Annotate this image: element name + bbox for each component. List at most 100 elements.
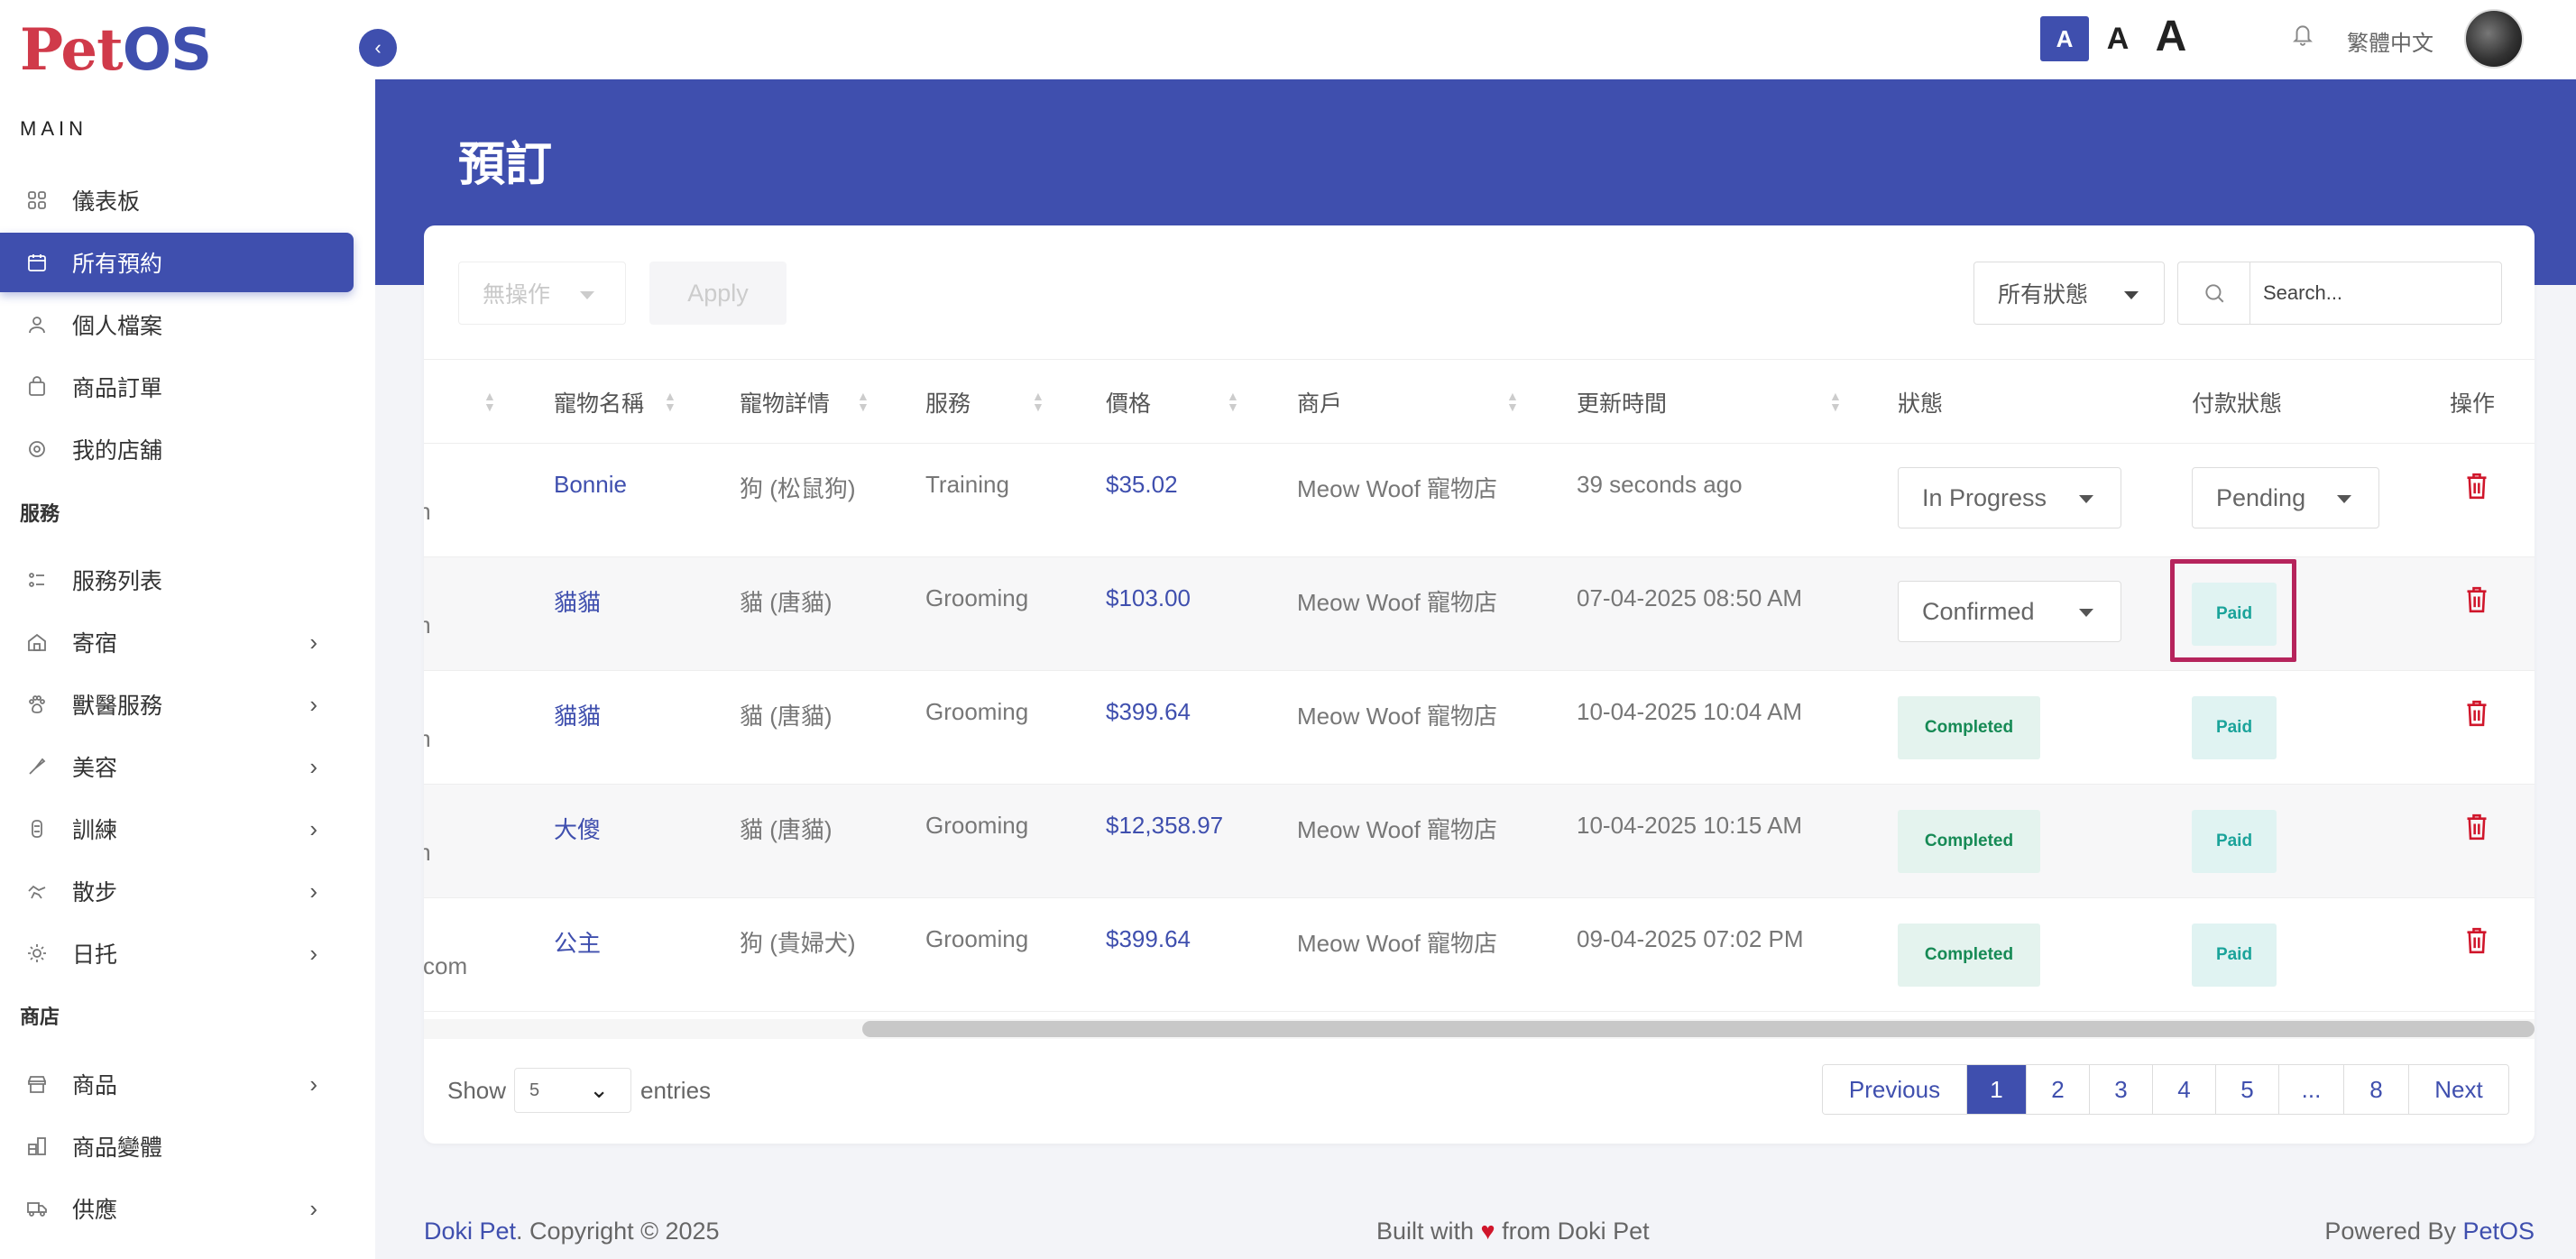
sidebar-item-profile[interactable]: 個人檔案 — [0, 295, 354, 354]
pet-name-link[interactable]: Bonnie — [554, 471, 627, 499]
pet-name-link[interactable]: 貓貓 — [554, 584, 601, 618]
table-row: m 貓貓 貓 (唐貓) Grooming $399.64 Meow Woof 寵… — [424, 671, 2535, 785]
trash-icon[interactable] — [2464, 698, 2489, 729]
horizontal-scrollbar-thumb[interactable] — [862, 1021, 2535, 1037]
page-button-5[interactable]: 5 — [2216, 1065, 2279, 1114]
page-button-2[interactable]: 2 — [2027, 1065, 2090, 1114]
th-service[interactable]: 服務 — [925, 360, 971, 445]
apply-button[interactable]: Apply — [649, 262, 787, 325]
service-cell: Training — [925, 471, 1009, 498]
th-pet-name[interactable]: 寵物名稱 — [554, 360, 644, 445]
caret-down-icon — [2337, 495, 2351, 503]
trash-icon[interactable] — [2464, 812, 2489, 842]
sort-icon[interactable] — [664, 391, 675, 414]
sidebar-item-walking[interactable]: 散步 › — [0, 861, 354, 921]
sort-icon[interactable] — [1227, 391, 1237, 414]
sort-icon[interactable] — [857, 391, 868, 414]
bulk-action-select[interactable]: 無操作 — [458, 262, 626, 325]
sidebar-item-label: 日托 — [72, 942, 118, 968]
bookings-card: 無操作 Apply 所有狀態 寵物名稱 寵物詳情 服務 價格 商戶 更新時間 狀… — [424, 225, 2535, 1144]
next-page-button[interactable]: Next — [2409, 1065, 2508, 1114]
th-status: 狀態 — [1898, 391, 1944, 417]
page-button-1[interactable]: 1 — [1967, 1065, 2027, 1114]
sort-icon[interactable] — [1032, 391, 1043, 414]
service-cell: Grooming — [925, 584, 1029, 611]
search-input[interactable] — [2249, 262, 2502, 325]
petos-link[interactable]: PetOS — [2462, 1218, 2535, 1245]
home-icon — [25, 630, 49, 654]
trash-icon[interactable] — [2464, 584, 2489, 615]
status-filter-select[interactable]: 所有狀態 — [1973, 262, 2165, 325]
sidebar-item-my-store[interactable]: 我的店舖 — [0, 419, 354, 479]
font-size-large-button[interactable]: A — [2148, 11, 2194, 61]
th-pet-detail[interactable]: 寵物詳情 — [740, 360, 830, 445]
avatar[interactable] — [2464, 9, 2524, 69]
sidebar-item-products[interactable]: 商品 › — [0, 1054, 354, 1114]
list-icon — [25, 568, 49, 592]
highlight-box — [2170, 559, 2296, 662]
price-cell: $399.64 — [1106, 698, 1191, 725]
th-merchant[interactable]: 商戶 — [1297, 360, 1342, 445]
sidebar-item-dashboard[interactable]: 儀表板 — [0, 170, 354, 230]
sidebar-item-label: 訓練 — [72, 818, 118, 843]
trash-icon[interactable] — [2464, 925, 2489, 956]
sidebar-item-service-list[interactable]: 服務列表 — [0, 550, 354, 610]
collapse-sidebar-button[interactable]: ‹ — [359, 29, 397, 67]
sidebar-item-daycare[interactable]: 日托 › — [0, 924, 354, 983]
footer-brand-link[interactable]: Doki Pet — [424, 1218, 516, 1245]
bone-icon — [25, 817, 49, 841]
sidebar-item-all-bookings[interactable]: 所有預約 — [0, 233, 354, 292]
font-size-small-button[interactable]: A — [2040, 16, 2089, 61]
sort-icon[interactable] — [1829, 391, 1840, 414]
logo[interactable]: PetOS — [20, 16, 212, 84]
sidebar: PetOS MAIN 儀表板 所有預約 個人檔案 商品訂單 我的店舖 服務 服務… — [0, 0, 375, 1259]
sidebar-item-vet[interactable]: 獸醫服務 › — [0, 675, 354, 734]
th-price[interactable]: 價格 — [1106, 360, 1151, 445]
page-button-3[interactable]: 3 — [2090, 1065, 2153, 1114]
previous-page-button[interactable]: Previous — [1823, 1065, 1967, 1114]
sidebar-item-supply[interactable]: 供應 › — [0, 1179, 354, 1238]
merchant-cell: Meow Woof 寵物店 — [1297, 589, 1498, 616]
sidebar-item-label: 散步 — [72, 880, 118, 905]
trash-icon[interactable] — [2464, 471, 2489, 501]
sort-icon[interactable] — [1506, 391, 1517, 414]
pet-name-link[interactable]: 大傻 — [554, 812, 601, 845]
email-cell: m — [424, 498, 431, 526]
sidebar-item-grooming[interactable]: 美容 › — [0, 737, 354, 796]
entries-select[interactable]: 5 ⌄ — [514, 1068, 631, 1113]
sidebar-item-product-orders[interactable]: 商品訂單 — [0, 357, 354, 417]
status-select[interactable]: Confirmed — [1898, 581, 2121, 642]
entries-value: 5 — [529, 1080, 540, 1100]
chevron-right-icon: › — [309, 814, 317, 842]
sidebar-item-label: 商品 — [72, 1073, 118, 1098]
pet-detail-cell: 貓 (唐貓) — [740, 816, 833, 843]
sort-icon[interactable] — [483, 391, 494, 414]
paw-icon — [25, 693, 49, 716]
pet-name-link[interactable]: 貓貓 — [554, 698, 601, 731]
payment-status-select[interactable]: Pending — [2192, 467, 2379, 528]
pet-name-link[interactable]: 公主 — [554, 925, 601, 959]
dog-walk-icon — [25, 879, 49, 903]
sidebar-item-training[interactable]: 訓練 › — [0, 799, 354, 859]
status-select[interactable]: In Progress — [1898, 467, 2121, 528]
caret-down-icon — [2079, 609, 2093, 617]
merchant-cell: Meow Woof 寵物店 — [1297, 930, 1498, 957]
page-button-4[interactable]: 4 — [2153, 1065, 2216, 1114]
pagination: Previous 1 2 3 4 5 ... 8 Next — [1822, 1064, 2509, 1115]
font-size-medium-button[interactable]: A — [2100, 16, 2136, 61]
sidebar-item-label: 商品變體 — [72, 1135, 163, 1161]
payment-status-badge: Paid — [2192, 924, 2277, 987]
footer: Doki Pet. Copyright © 2025 Built with ♥ … — [375, 1205, 2576, 1259]
sidebar-item-product-variants[interactable]: 商品變體 — [0, 1117, 354, 1176]
sidebar-item-boarding[interactable]: 寄宿 › — [0, 612, 354, 672]
th-updated[interactable]: 更新時間 — [1577, 360, 1667, 445]
chevron-right-icon: › — [309, 1194, 317, 1222]
chevron-left-icon: ‹ — [374, 36, 382, 59]
bell-icon[interactable] — [2291, 22, 2314, 53]
page-button-8[interactable]: 8 — [2344, 1065, 2409, 1114]
updated-cell: 07-04-2025 08:50 AM — [1577, 584, 1803, 611]
pet-detail-cell: 狗 (貴婦犬) — [740, 930, 856, 957]
language-selector[interactable]: 繁體中文 — [2347, 25, 2433, 57]
variant-icon — [25, 1135, 49, 1158]
email-cell: m — [424, 611, 431, 639]
